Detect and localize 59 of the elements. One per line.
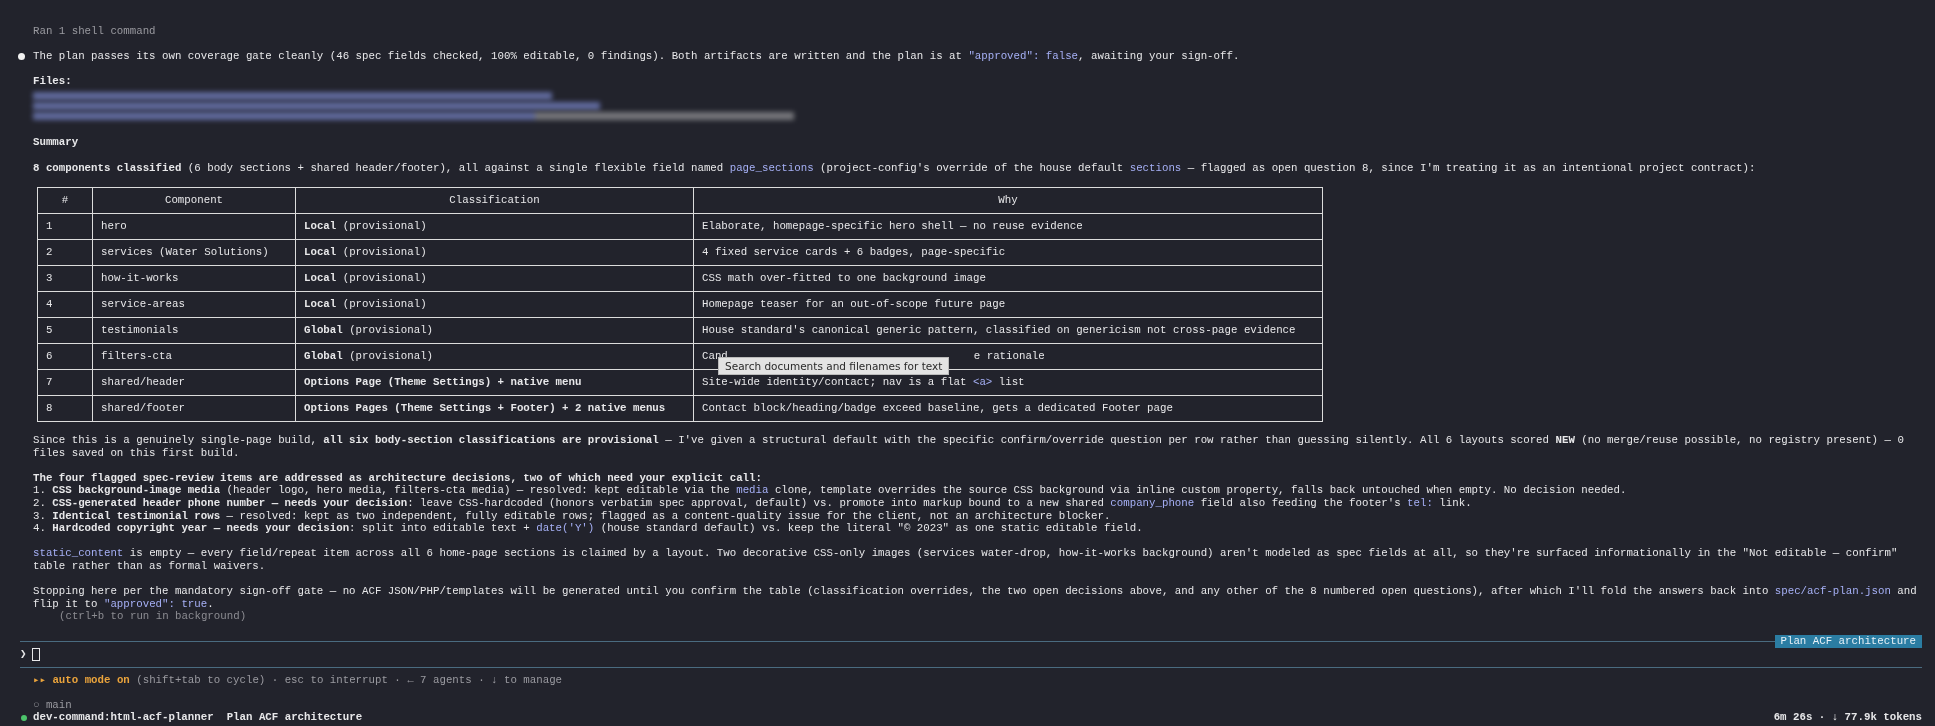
- table-cell: 5: [37, 317, 93, 344]
- summary-text: 8 components classified (6 body sections + shared header/footer), all against a single flexible field named page_sections (project-config's override of the house default sections — flagged as open question 8, since I'm treating it as an intentional project contract):: [33, 161, 1757, 175]
- column-header: Component: [92, 187, 296, 214]
- table-cell: Local (provisional): [295, 291, 694, 318]
- table-cell: 3: [37, 265, 93, 292]
- session-name: dev-command:html-acf-planner: [33, 711, 214, 724]
- table-cell: Contact block/heading/badge exceed baseline, gets a dedicated Footer page: [693, 395, 1323, 422]
- paragraph: Stopping here per the mandatory sign-off gate — no ACF JSON/PHP/templates will be generated until you confirm the table (classification overrides, the two open decisions above, and any other of the 8 numbered open questions), after which I'll fold the answers back into spec/acf-plan.json and flip it to "approved": true.: [33, 584, 1918, 611]
- table-cell: House standard's canonical generic pattern, classified on genericism not cross-page evidence: [693, 317, 1323, 344]
- table-cell: Global (provisional): [295, 317, 694, 344]
- table-cell: Options Pages (Theme Settings + Footer) + 2 native menus: [295, 395, 694, 422]
- session-stats: 6m 26s · ↓ 77.9k tokens: [1773, 711, 1922, 724]
- status-dot-icon: [21, 714, 27, 721]
- table-cell: 4 fixed service cards + 6 badges, page-specific: [693, 239, 1323, 266]
- bullet-icon: [18, 53, 25, 61]
- table-cell: Site-wide identity/contact; nav is a flat <a> list: [693, 369, 1323, 396]
- table-cell: Elaborate, homepage-specific hero shell — no reuse evidence: [693, 213, 1323, 240]
- list-item: 1. CSS background-image media (header logo, hero media, filters-cta media) — resolved: kept editable via the media clone, template overrides the source CSS background via inline custom property, falls back untouched when empty. No decision needed.: [33, 484, 1628, 497]
- column-header: #: [37, 187, 93, 214]
- session-task: Plan ACF architecture: [226, 711, 363, 724]
- column-header: Why: [693, 187, 1323, 214]
- tool-status: Ran 1 shell command: [33, 25, 157, 38]
- table-cell: Local (provisional): [295, 239, 694, 266]
- table-cell: 2: [37, 239, 93, 266]
- table-cell: 1: [37, 213, 93, 240]
- table-cell: Local (provisional): [295, 213, 694, 240]
- table-cell: services (Water Solutions): [92, 239, 296, 266]
- mode-indicator: ▸▸ auto mode on: [33, 673, 130, 687]
- table-cell: shared/footer: [92, 395, 296, 422]
- mode-hints: (shift+tab to cycle) · esc to interrupt · ← 7 agents · ↓ to manage: [135, 673, 563, 687]
- table-cell: Local (provisional): [295, 265, 694, 292]
- message-text: The plan passes its own coverage gate cleanly (46 spec fields checked, 100% editable, 0 findings). Both artifacts are written and the plan is at "approved": false, awaiting your sign-off.: [33, 50, 1240, 63]
- table-cell: 4: [37, 291, 93, 318]
- paragraph: Since this is a genuinely single-page build, all six body-section classifications are provisional — I've given a structural default with the specific confirm/override question per row rather than guessing silently. All 6 layouts scored NEW (no merge/reuse possible, no registry present) — 0 files saved on this first build.: [33, 434, 1905, 460]
- list-item: 4. Hardcoded copyright year — needs your decision: split into editable text + date('Y') (house standard default) vs. keep the literal "© 2023" as one static editable field.: [33, 522, 1144, 535]
- table-cell: Options Page (Theme Settings) + native menu: [295, 369, 694, 396]
- hint-text: (ctrl+b to run in background): [58, 610, 248, 623]
- table-cell: hero: [92, 213, 296, 240]
- table-cell: shared/header: [92, 369, 296, 396]
- tooltip: Search documents and filenames for text: [718, 356, 950, 375]
- table-cell: Global (provisional): [295, 343, 694, 370]
- list-item: 3. Identical testimonial rows — resolved: kept as two independent, fully editable rows; flagged as a content-quality issue for the client, not an architecture blocker.: [33, 509, 1112, 523]
- files-heading: Files:: [33, 75, 73, 88]
- task-tag: Plan ACF architecture: [1774, 634, 1922, 648]
- branch-label: ○ main: [33, 698, 72, 712]
- table-cell: 6: [37, 343, 93, 370]
- table-cell: 8: [37, 395, 93, 422]
- list-heading: The four flagged spec-review items are addressed as architecture decisions, two of which need your explicit call:: [33, 471, 763, 485]
- column-header: Classification: [295, 187, 694, 214]
- paragraph: static_content is empty — every field/repeat item across all 6 home-page sections is claimed by a layout. Two decorative CSS-only images (services water-drop, how-it-works background) aren't modeled as spec fields at all, so they're surfaced informationally in the "Not editable — confirm" table rather than as formal waivers.: [33, 547, 1899, 573]
- table-cell: Homepage teaser for an out-of-scope future page: [693, 291, 1323, 318]
- summary-heading: Summary: [33, 136, 80, 149]
- table-cell: 7: [37, 369, 93, 396]
- table-cell: CSS math over-fitted to one background image: [693, 265, 1323, 292]
- table-cell: how-it-works: [92, 265, 296, 292]
- table-cell: filters-cta: [92, 343, 296, 370]
- table-cell: service-areas: [92, 291, 296, 318]
- table-cell: testimonials: [92, 317, 296, 344]
- list-item: 2. CSS-generated header phone number — needs your decision: leave CSS-hardcoded (honors verbatim spec approval, default) vs. promote into markup bound to a new shared company_phone field also feeding the footer's tel: link.: [33, 497, 1473, 510]
